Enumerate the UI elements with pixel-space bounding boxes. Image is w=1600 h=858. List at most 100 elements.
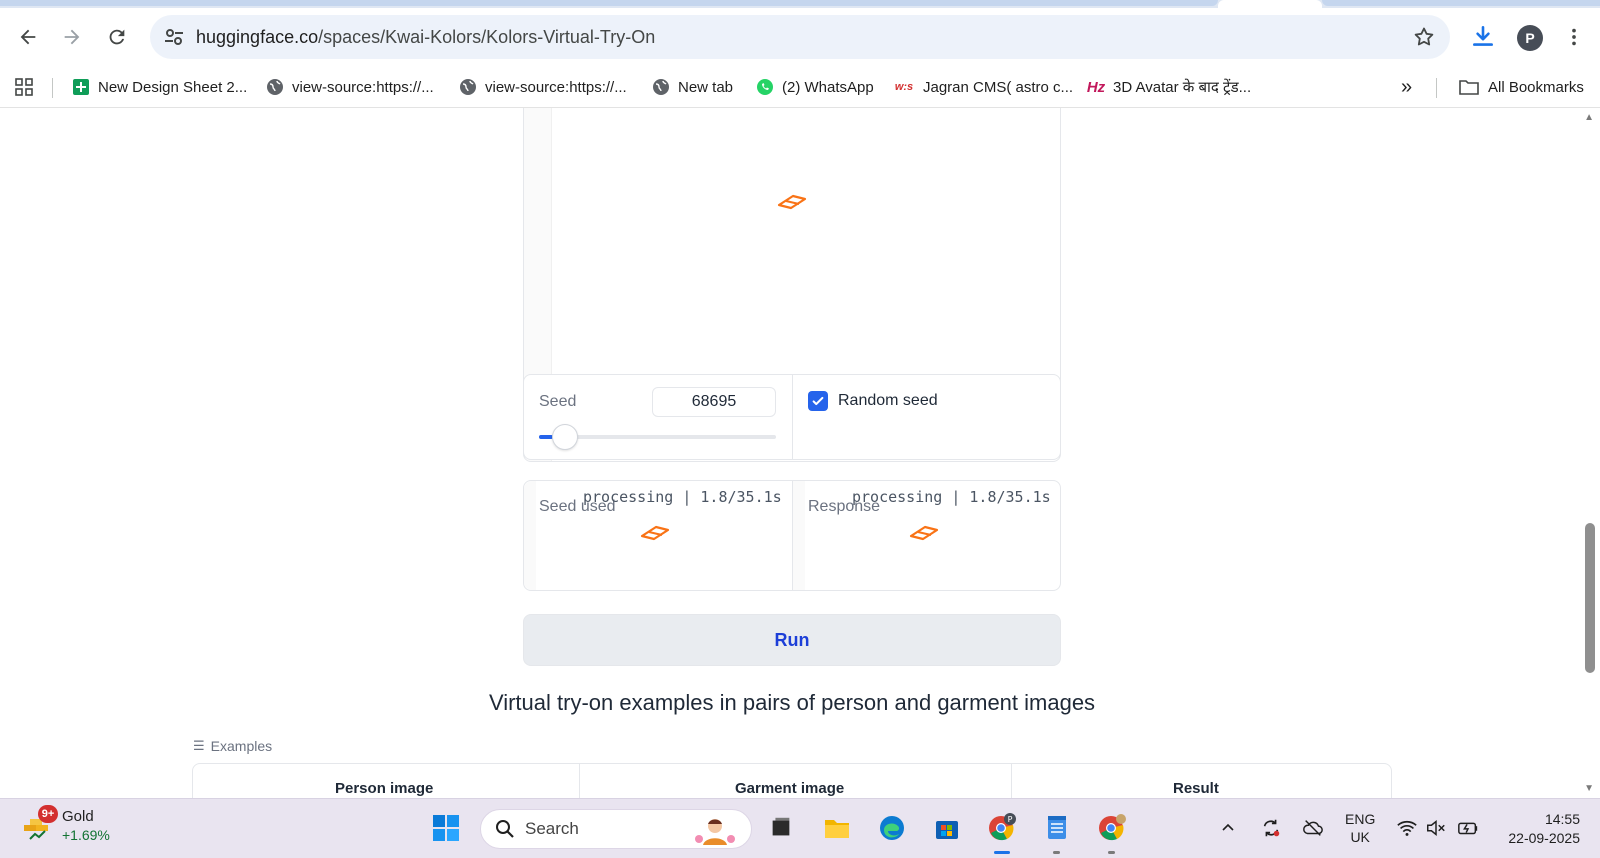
- taskbar: 9+ Gold +1.69% Search P ENG UK 14:55 22-…: [0, 798, 1600, 858]
- section-title: Virtual try-on examples in pairs of pers…: [488, 690, 1096, 715]
- bookmark-item[interactable]: view-source:https://...: [459, 75, 627, 99]
- chrome-button[interactable]: [1094, 810, 1130, 846]
- start-button[interactable]: [428, 810, 464, 846]
- response-strip: [793, 481, 805, 590]
- table-column-divider: [1011, 764, 1012, 798]
- bookmark-label: (2) WhatsApp: [782, 78, 874, 96]
- forward-button[interactable]: [55, 20, 89, 54]
- url-text[interactable]: huggingface.co/spaces/Kwai-Kolors/Kolors…: [196, 27, 655, 48]
- bookmark-label: view-source:https://...: [292, 78, 434, 96]
- table-column-divider: [579, 764, 580, 798]
- globe-icon: [652, 78, 670, 96]
- random-seed-checkbox[interactable]: [808, 391, 828, 411]
- table-header-person: Person image: [335, 780, 434, 797]
- kebab-menu-icon: [1572, 28, 1576, 46]
- apps-button[interactable]: [14, 75, 34, 99]
- running-indicator: [1108, 851, 1115, 854]
- onedrive-button[interactable]: [1298, 810, 1328, 846]
- examples-label: ☰ Examples: [193, 738, 272, 754]
- folder-icon: [825, 820, 849, 838]
- bookmark-item[interactable]: view-source:https://...: [266, 75, 434, 99]
- language-indicator[interactable]: ENG UK: [1345, 810, 1375, 846]
- seed-slider-thumb[interactable]: [552, 424, 578, 450]
- chrome-icon: [1099, 814, 1126, 841]
- volume-mute-icon: [1427, 820, 1445, 836]
- loading-icon: [640, 525, 670, 541]
- edge-button[interactable]: [874, 810, 910, 846]
- clock[interactable]: 14:55 22-09-2025: [1496, 810, 1580, 848]
- reload-icon: [109, 29, 125, 45]
- all-bookmarks-button[interactable]: All Bookmarks: [1458, 75, 1584, 99]
- store-icon: [936, 821, 958, 839]
- bookmark-label: New tab: [678, 78, 734, 96]
- bookmark-item[interactable]: Hz 3D Avatar के बाद ट्रेंड...: [1087, 75, 1251, 99]
- active-tab[interactable]: [1218, 0, 1322, 8]
- random-seed-option[interactable]: Random seed: [808, 391, 938, 411]
- profile-avatar[interactable]: P: [1517, 25, 1543, 51]
- seed-number-input[interactable]: 68695: [652, 387, 776, 417]
- seed-label: Seed: [539, 393, 577, 410]
- sync-tray-button[interactable]: [1256, 810, 1286, 846]
- run-button[interactable]: Run: [523, 614, 1061, 666]
- seed-used-strip: [524, 481, 536, 590]
- bookmark-item[interactable]: w:s Jagran CMS( astro c...: [893, 75, 1073, 99]
- outputs-panel: Seed used processing | 1.8/35.1s Respons…: [523, 480, 1061, 591]
- table-header-garment: Garment image: [735, 780, 845, 797]
- hz-icon: Hz: [1086, 78, 1106, 96]
- battery-button[interactable]: [1454, 810, 1482, 846]
- address-bar[interactable]: huggingface.co/spaces/Kwai-Kolors/Kolors…: [150, 15, 1450, 59]
- gold-widget-icon: 9+: [20, 805, 58, 843]
- bookmark-item[interactable]: New tab: [652, 75, 733, 99]
- widgets-button[interactable]: 9+ Gold +1.69%: [20, 805, 110, 844]
- apps-grid-icon: [15, 78, 33, 96]
- loading-icon: [909, 525, 939, 541]
- widget-change: +1.69%: [62, 827, 110, 843]
- scrollbar-thumb[interactable]: [1585, 523, 1595, 673]
- url-host: huggingface.co: [196, 27, 319, 47]
- scroll-down-arrow[interactable]: ▼: [1584, 783, 1594, 794]
- whatsapp-icon: [756, 78, 774, 96]
- scroll-up-arrow[interactable]: ▲: [1584, 112, 1594, 123]
- seed-slider[interactable]: [539, 424, 776, 450]
- chrome-profile-button[interactable]: P: [984, 810, 1020, 846]
- jagran-icon: w:s: [894, 81, 914, 93]
- chevron-up-icon: [1222, 823, 1234, 831]
- inactive-tabs-right[interactable]: [1322, 0, 1600, 6]
- reload-button[interactable]: [100, 20, 134, 54]
- bookmark-star-icon[interactable]: [1412, 25, 1436, 49]
- show-hidden-icons-button[interactable]: [1216, 810, 1240, 846]
- wifi-icon: [1397, 820, 1417, 836]
- site-info-icon[interactable]: [162, 25, 186, 49]
- volume-button[interactable]: [1422, 810, 1450, 846]
- wifi-button[interactable]: [1393, 810, 1421, 846]
- back-button[interactable]: [11, 20, 45, 54]
- bookmark-label: view-source:https://...: [485, 78, 627, 96]
- examples-table: Person image Garment image Result: [192, 763, 1392, 798]
- download-icon: [1473, 25, 1493, 46]
- seed-used-progress: processing | 1.8/35.1s: [583, 488, 782, 506]
- downloads-button[interactable]: [1466, 20, 1500, 54]
- arrow-left-icon: [20, 29, 36, 45]
- all-bookmarks-label: All Bookmarks: [1488, 78, 1584, 96]
- inactive-tabs[interactable]: [0, 0, 1218, 6]
- folder-icon: [1458, 78, 1480, 96]
- bookmarks-separator: [52, 78, 53, 98]
- notification-badge: 9+: [38, 805, 58, 823]
- edge-icon: [880, 816, 904, 840]
- sync-icon: [1263, 819, 1280, 837]
- response-progress: processing | 1.8/35.1s: [852, 488, 1051, 506]
- file-explorer-button[interactable]: [819, 810, 855, 846]
- language-region: UK: [1350, 829, 1370, 845]
- svg-text:P: P: [1008, 815, 1013, 824]
- globe-icon: [459, 78, 477, 96]
- bookmark-item[interactable]: (2) WhatsApp: [756, 75, 874, 99]
- taskbar-search[interactable]: Search: [480, 809, 752, 849]
- battery-charging-icon: [1458, 822, 1478, 835]
- task-view-button[interactable]: [763, 810, 799, 846]
- sheets-icon: [72, 78, 90, 96]
- notepad-button[interactable]: [1039, 810, 1075, 846]
- more-bookmarks-button[interactable]: »: [1401, 75, 1412, 99]
- bookmark-item[interactable]: New Design Sheet 2...: [72, 75, 247, 99]
- browser-menu-button[interactable]: [1560, 22, 1588, 52]
- store-button[interactable]: [929, 810, 965, 846]
